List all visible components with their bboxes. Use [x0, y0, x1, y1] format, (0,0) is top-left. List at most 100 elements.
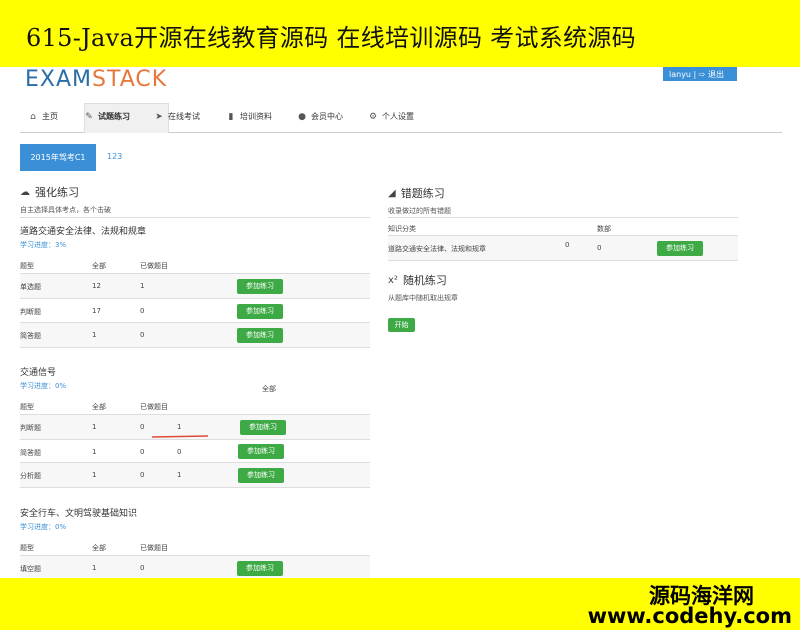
nav-label: 试题练习 — [98, 112, 130, 121]
row-type: 判断题 — [20, 424, 41, 432]
row-done: 0 — [140, 331, 145, 339]
nav-item-exam[interactable]: ➤ 在线考试 — [154, 111, 200, 122]
banner-title: 615-Java开源在线教育源码 在线培训源码 考试系统源码 — [26, 24, 636, 52]
join-practice-button[interactable]: 参加练习 — [237, 279, 283, 294]
top-banner: 615-Java开源在线教育源码 在线培训源码 考试系统源码 — [0, 0, 800, 67]
row-done: 0 — [140, 448, 145, 456]
nav-item-home[interactable]: ⌂ 主页 — [28, 111, 58, 122]
nav-label: 个人设置 — [382, 112, 414, 121]
row-extra: 0 — [177, 448, 182, 456]
join-practice-button[interactable]: 参加练习 — [237, 561, 283, 576]
row-category: 道路交通安全法律、法规和规章 — [388, 245, 486, 253]
tab-active-course[interactable]: 2015年驾考C1 — [20, 144, 96, 171]
main-nav: ⌂ 主页 ✎ 试题练习 ➤ 在线考试 ▮ 培训资料 ● 会员中心 ⚙ 个人设置 — [20, 103, 782, 133]
tab-other-course[interactable]: 123 — [107, 152, 122, 161]
col-header-type: 题型 — [20, 403, 34, 411]
col-header-extra: 全部 — [262, 385, 276, 393]
col-header-count: 数部 — [597, 225, 611, 233]
cloud-icon: ☁ — [20, 186, 30, 198]
col-header-type: 题型 — [20, 262, 34, 270]
book-icon: ▮ — [228, 111, 234, 122]
row-done: 1 — [140, 282, 145, 290]
nav-item-members[interactable]: ● 会员中心 — [297, 111, 343, 122]
row-done: 0 — [140, 423, 145, 431]
nav-item-settings[interactable]: ⚙ 个人设置 — [368, 111, 414, 122]
logo-part-stack: STACK — [92, 67, 168, 92]
divider — [20, 347, 370, 348]
col-header-total: 全部 — [92, 544, 106, 552]
row-type: 填空题 — [20, 565, 41, 573]
superscript-icon: x² — [388, 274, 398, 286]
row-total: 1 — [92, 448, 97, 456]
wrong-practice-title: ◢ 错题练习 — [388, 185, 445, 201]
col-header-total: 全部 — [92, 262, 106, 270]
divider — [20, 487, 370, 488]
nav-label: 会员中心 — [311, 112, 343, 121]
row-total: 1 — [92, 564, 97, 572]
table-row — [20, 556, 370, 578]
category-progress: 学习进度：0% — [20, 523, 67, 531]
join-practice-button[interactable]: 参加练习 — [238, 468, 284, 483]
join-practice-button[interactable]: 参加练习 — [237, 304, 283, 319]
row-total: 1 — [92, 471, 97, 479]
row-type: 简答题 — [20, 449, 41, 457]
nav-label: 在线考试 — [168, 112, 200, 121]
nav-label: 主页 — [42, 112, 58, 121]
nav-item-materials[interactable]: ▮ 培训资料 — [226, 111, 272, 122]
col-header-type: 题型 — [20, 544, 34, 552]
category-progress: 学习进度：3% — [20, 241, 67, 249]
join-practice-button[interactable]: 参加练习 — [657, 241, 703, 256]
wrong-practice-title-label: 错题练习 — [400, 187, 445, 200]
start-random-button[interactable]: 开始 — [388, 318, 415, 332]
row-done: 0 — [140, 471, 145, 479]
divider — [388, 260, 738, 261]
strengthen-title-label: 强化练习 — [35, 186, 79, 199]
category-title: 交通信号 — [20, 368, 57, 378]
row-total: 12 — [92, 282, 101, 290]
divider — [20, 439, 370, 440]
table-row — [20, 274, 370, 298]
row-stray: 0 — [565, 241, 570, 249]
row-done: 0 — [140, 564, 145, 572]
logo-part-exam: EXAM — [25, 67, 93, 92]
nav-item-practice[interactable]: ✎ 试题练习 — [84, 111, 130, 122]
site-url: www.codehy.com — [587, 604, 792, 628]
user-logout-button[interactable]: lanyu | ⇨ 退出 — [663, 67, 737, 81]
join-practice-button[interactable]: 参加练习 — [237, 328, 283, 343]
bottom-banner: 源码海洋网 www.codehy.com — [0, 578, 800, 630]
row-total: 17 — [92, 307, 101, 315]
eraser-icon: ◢ — [388, 187, 396, 199]
strengthen-subtitle: 自主选择具体考点，各个击破 — [20, 206, 111, 214]
col-header-category: 知识分类 — [388, 225, 416, 233]
group-icon: ● — [298, 111, 306, 122]
logo[interactable]: EXAMSTACK — [25, 67, 167, 92]
category-progress: 学习进度：0% — [20, 382, 67, 390]
col-header-total: 全部 — [92, 403, 106, 411]
wrong-practice-subtitle: 收录做过的所有错题 — [388, 207, 451, 215]
row-total: 1 — [92, 423, 97, 431]
row-type: 判断题 — [20, 308, 41, 316]
row-done: 0 — [140, 307, 145, 315]
divider — [388, 217, 738, 218]
random-practice-title-label: 随机练习 — [402, 274, 447, 287]
row-type: 单选题 — [20, 283, 41, 291]
col-header-done: 已做题目 — [140, 262, 168, 270]
row-total: 1 — [92, 331, 97, 339]
random-practice-subtitle: 从题库中随机取出规章 — [388, 294, 458, 302]
row-extra: 1 — [177, 471, 182, 479]
nav-label: 培训资料 — [240, 112, 272, 121]
col-header-done: 已做题目 — [140, 544, 168, 552]
join-practice-button[interactable]: 参加练习 — [240, 420, 286, 435]
divider — [20, 217, 370, 218]
divider — [20, 298, 370, 299]
home-icon: ⌂ — [30, 111, 36, 122]
edit-icon: ✎ — [85, 111, 93, 122]
category-title: 安全行车、文明驾驶基础知识 — [20, 509, 138, 519]
random-practice-title: x² 随机练习 — [388, 272, 447, 288]
join-practice-button[interactable]: 参加练习 — [238, 444, 284, 459]
row-type: 分析题 — [20, 472, 41, 480]
strengthen-title: ☁ 强化练习 — [20, 184, 79, 200]
row-count: 0 — [597, 244, 602, 252]
category-title: 道路交通安全法律、法规和规章 — [20, 227, 147, 237]
table-row — [20, 463, 370, 487]
